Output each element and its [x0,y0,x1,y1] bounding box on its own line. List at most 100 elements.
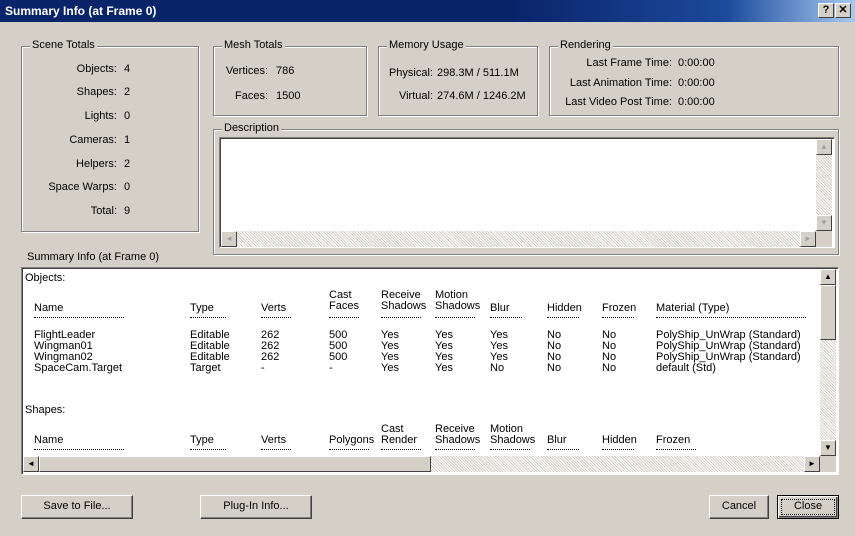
header-separator [547,449,579,450]
objects-header-receive-shadows: Shadows [381,300,427,312]
shapes-label: Shapes: [76,86,117,98]
header-separator [490,449,530,450]
objects-header-verts: Verts [261,302,287,314]
lights-value: 0 [124,110,131,122]
scroll-corner [816,231,832,247]
object-row-type: Target [190,362,221,374]
header-separator [261,317,291,318]
report-scroll-left-button[interactable]: ◄ [23,456,39,472]
object-row-motion: Yes [435,362,453,374]
shapes-header-name: Name [34,434,64,446]
shapes-header-verts: Verts [261,434,287,446]
object-row-material: default (Std) [656,362,716,374]
shapes-header-blur: Blur [547,434,567,446]
helpers-value: 2 [124,158,131,170]
memory-usage-legend: Memory Usage [387,39,466,51]
objects-header-hidden: Hidden [547,302,582,314]
cancel-button[interactable]: Cancel [709,495,769,519]
last-video-post-time-value: 0:00:00 [678,96,715,108]
objects-header-name: Name [34,302,64,314]
object-row-name: SpaceCam.Target [34,362,123,374]
report-scroll-down-button[interactable]: ▼ [820,440,836,456]
shapes-header-frozen: Frozen [656,434,691,446]
objects-header-blur: Blur [490,302,510,314]
object-row-blur: No [490,362,505,374]
objects-header-frozen: Frozen [602,302,637,314]
header-separator [190,317,226,318]
physical-memory-value: 298.3M / 511.1M [437,67,519,79]
object-row-frozen: No [602,362,617,374]
description-legend: Description [222,122,282,134]
help-button[interactable]: ? [818,3,834,18]
header-separator [602,317,634,318]
title-bar[interactable]: Summary Info (at Frame 0) ? ✕ [0,0,855,22]
last-frame-time-value: 0:00:00 [678,57,715,69]
last-animation-time-label: Last Animation Time: [569,77,672,89]
physical-memory-label: Physical: [388,67,433,79]
shapes-header-polygons: Polygons [329,434,375,446]
header-separator [602,449,634,450]
report-scroll-right-button[interactable]: ► [804,456,820,472]
header-separator [435,317,475,318]
objects-header-faces: Faces [329,300,359,312]
header-separator [435,449,475,450]
shapes-value: 2 [124,86,131,98]
header-separator [490,317,522,318]
report-hscroll-thumb[interactable] [39,456,431,472]
total-label: Total: [90,205,117,217]
summary-report-panel[interactable]: Objects: Name Type Verts Cast Faces Rece… [21,267,839,475]
header-separator [261,449,291,450]
header-separator [547,317,579,318]
header-separator [656,449,696,450]
space-warps-value: 0 [124,181,131,193]
shapes-header-type: Type [190,434,214,446]
objects-header-material: Material (Type) [656,302,730,314]
header-separator [329,317,359,318]
plugin-info-button[interactable]: Plug-In Info... [200,495,312,519]
vertices-label: Vertices: [225,65,268,77]
last-animation-time-value: 0:00:00 [678,77,715,89]
report-scroll-up-button[interactable]: ▲ [820,269,836,285]
space-warps-label: Space Warps: [48,181,117,193]
description-hscroll-track[interactable] [221,231,816,247]
shapes-header-render: Render [381,434,418,446]
object-row-receive: Yes [381,362,399,374]
close-button[interactable]: Close [777,495,839,519]
scene-totals-legend: Scene Totals [30,39,97,51]
object-row-hidden: No [547,362,562,374]
lights-label: Lights: [84,110,117,122]
cameras-value: 1 [124,134,131,146]
header-separator [656,317,806,318]
shapes-heading: Shapes: [25,404,66,416]
object-row-verts: - [261,362,265,374]
description-scroll-down-button[interactable]: ▼ [816,215,832,231]
shapes-header-hidden: Hidden [602,434,637,446]
window-title: Summary Info (at Frame 0) [5,4,157,18]
window-close-button[interactable]: ✕ [835,3,851,18]
report-vscroll-thumb[interactable] [820,285,836,340]
virtual-memory-label: Virtual: [398,90,433,102]
virtual-memory-value: 274.6M / 1246.2M [437,90,526,102]
description-scroll-right-button[interactable]: ► [800,231,816,247]
save-to-file-button[interactable]: Save to File... [21,495,133,519]
header-separator [329,449,369,450]
object-row-faces: - [329,362,333,374]
description-scroll-up-button[interactable]: ▲ [816,139,832,155]
scroll-corner [820,456,836,472]
description-textarea[interactable]: ▲ ▼ ◄ ► [219,137,835,248]
description-scroll-left-button[interactable]: ◄ [221,231,237,247]
total-value: 9 [124,205,131,217]
objects-heading: Objects: [25,272,66,284]
mesh-totals-legend: Mesh Totals [222,39,285,51]
shapes-header-motion-shadows: Shadows [490,434,536,446]
helpers-label: Helpers: [76,158,117,170]
faces-label: Faces: [234,90,268,102]
summary-info-label: Summary Info (at Frame 0) [27,251,160,263]
header-separator [381,449,421,450]
mesh-totals-group: Mesh Totals [213,39,367,116]
shapes-header-receive-shadows: Shadows [435,434,481,446]
faces-value: 1500 [276,90,301,102]
header-separator [190,449,226,450]
header-separator [34,317,124,318]
objects-value: 4 [124,63,131,75]
